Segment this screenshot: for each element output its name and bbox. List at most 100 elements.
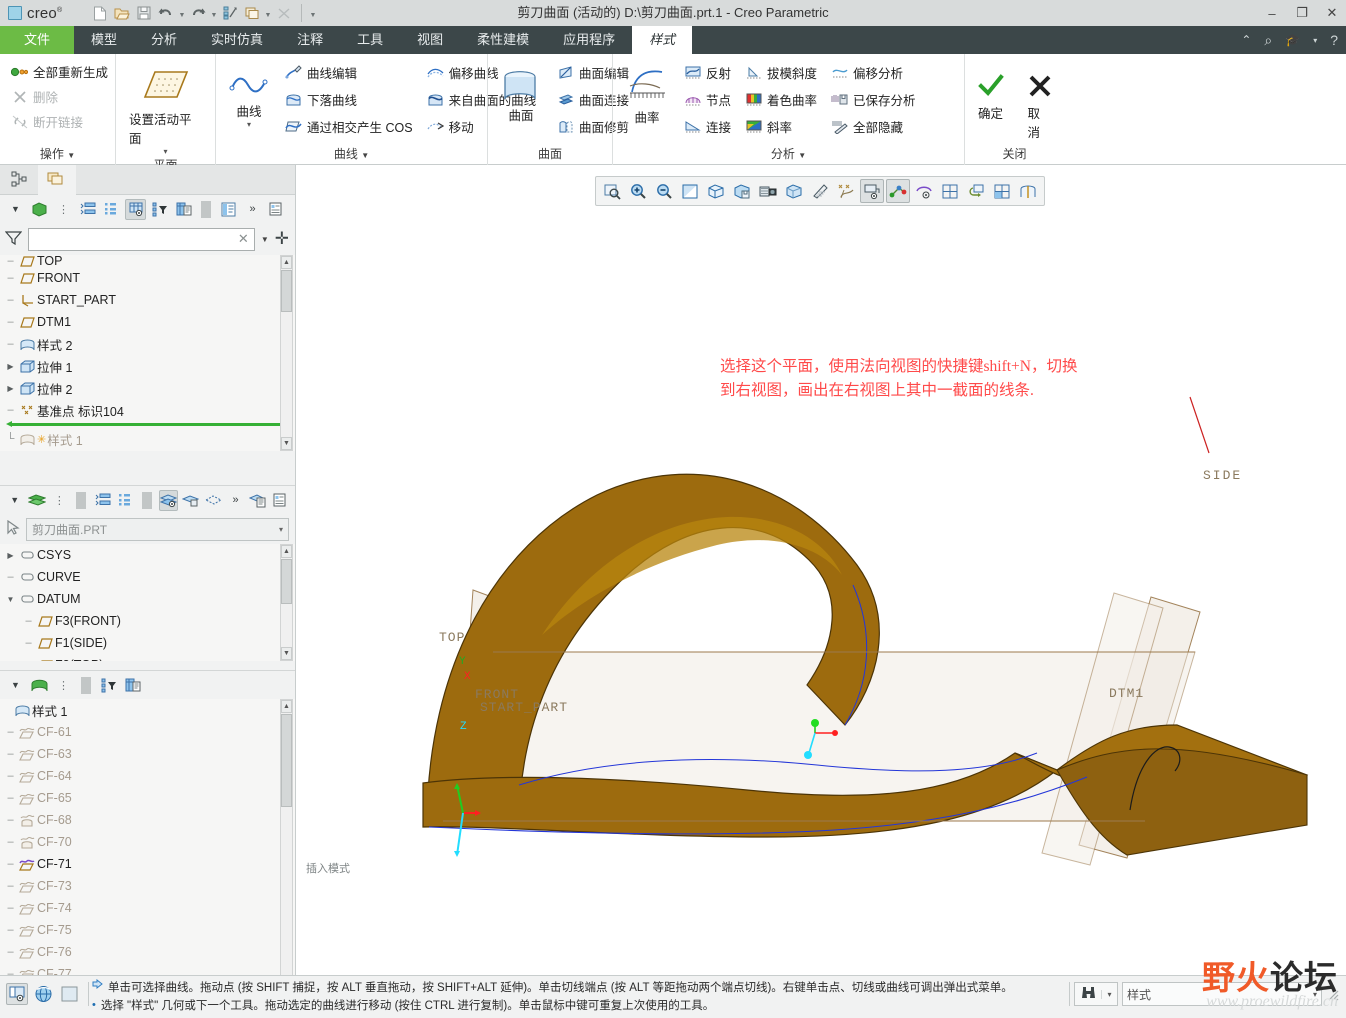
tab-annotation[interactable]: 注释 xyxy=(280,26,340,54)
view-manager-icon[interactable] xyxy=(756,179,780,203)
scroll-down-icon[interactable]: ▼ xyxy=(281,437,292,450)
tree-row-style-2[interactable]: – 样式 2 xyxy=(0,333,295,355)
style-tree-list[interactable]: 样式 1 – CF-61 – CF-63 – CF-64 – CF-65 – CF-68 … xyxy=(0,699,295,999)
section-icon[interactable] xyxy=(990,179,1014,203)
model-tree-filter-row[interactable]: ✕ ▼ ✛ xyxy=(0,223,295,255)
tree-row-cf-73[interactable]: – CF-73 xyxy=(0,875,295,897)
tree-row-start-part[interactable]: – START_PART xyxy=(0,289,295,311)
hide-all-button[interactable]: 全部隐藏 xyxy=(827,114,920,139)
tree-row-cf-74[interactable]: – CF-74 xyxy=(0,897,295,919)
tab-file[interactable]: 文件 xyxy=(0,26,75,54)
perspective-icon[interactable] xyxy=(808,179,832,203)
cad-model-render[interactable] xyxy=(297,165,1346,975)
regenerate-icon[interactable] xyxy=(220,3,240,23)
scroll-up-icon[interactable]: ▲ xyxy=(281,256,292,269)
saved-analysis-button[interactable]: 已保存分析 xyxy=(827,87,920,112)
layer-hide-icon[interactable] xyxy=(181,490,200,511)
selection-filter-dropdown[interactable]: 样式 ▾ xyxy=(1122,982,1322,1006)
surface-display-icon[interactable] xyxy=(1016,179,1040,203)
more-dots-icon[interactable]: ⋮ xyxy=(50,490,69,511)
expand-list-icon[interactable] xyxy=(77,199,98,220)
graphics-toolbar[interactable] xyxy=(595,176,1045,206)
chevron-down-icon[interactable]: ▾ xyxy=(279,525,283,534)
tree-row-cf-68[interactable]: – CF-68 xyxy=(0,809,295,831)
tree-row-csys[interactable]: ▶ CSYS xyxy=(0,544,295,566)
tree-options-icon[interactable] xyxy=(266,199,287,220)
status-bar-left-tools[interactable] xyxy=(6,982,89,1006)
graphics-viewport[interactable]: TOP FRONT START_PART SIDE DTM1 X Y Z 选择这… xyxy=(297,165,1346,975)
layer-tree-list[interactable]: ▶ CSYS – CURVE ▼ DATUM – F3(FRONT) – F1(… xyxy=(0,544,295,661)
tab-applications[interactable]: 应用程序 xyxy=(546,26,632,54)
cos-intersect-button[interactable]: 通过相交产生 COS xyxy=(281,114,417,139)
scroll-up-icon[interactable]: ▲ xyxy=(281,700,292,713)
tree-row-cf-63[interactable]: – CF-63 xyxy=(0,743,295,765)
model-tree-scrollbar[interactable]: ▲ ▼ xyxy=(280,255,293,451)
node-button[interactable]: 节点 xyxy=(680,87,735,112)
tree-row-f3-front[interactable]: – F3(FRONT) xyxy=(0,610,295,632)
tree-row-curve[interactable]: – CURVE xyxy=(0,566,295,588)
ribbon-tabs[interactable]: 文件 模型 分析 实时仿真 注释 工具 视图 柔性建模 应用程序 样式 xyxy=(0,26,1346,54)
tree-row-top[interactable]: – TOP xyxy=(0,255,295,267)
set-active-plane-button[interactable]: 设置活动平面 ▾ xyxy=(123,60,208,156)
slope-button[interactable]: 斜率 xyxy=(741,114,821,139)
chevron-down-icon[interactable]: ▾ xyxy=(1313,36,1317,45)
scroll-thumb[interactable] xyxy=(281,714,292,807)
layers-tab[interactable] xyxy=(38,164,76,195)
tree-expander[interactable]: ▶ xyxy=(4,551,17,560)
reflection-button[interactable]: 反射 xyxy=(680,60,735,85)
tab-style[interactable]: 样式 xyxy=(632,26,693,54)
expand-layers-icon[interactable] xyxy=(93,490,112,511)
tree-row-cf-70[interactable]: – CF-70 xyxy=(0,831,295,853)
spin-center-icon[interactable] xyxy=(912,179,936,203)
scroll-thumb[interactable] xyxy=(281,559,292,604)
redo-dropdown-icon[interactable]: ▼ xyxy=(210,3,218,23)
layer-columns-icon[interactable] xyxy=(115,490,134,511)
tree-row-f2-top[interactable]: – F2(TOP) xyxy=(0,654,295,661)
layer-tree-scrollbar[interactable]: ▲ ▼ xyxy=(280,544,293,661)
new-file-icon[interactable] xyxy=(90,3,110,23)
window-dropdown-icon[interactable]: ▼ xyxy=(264,3,272,23)
chevron-down-icon[interactable]: ▼ xyxy=(67,151,75,160)
saved-views-icon[interactable] xyxy=(730,179,754,203)
tree-expander[interactable]: ▼ xyxy=(4,595,17,604)
style-tree-toolbar[interactable]: ▼ ⋮ xyxy=(0,671,295,699)
layer-display-icon[interactable] xyxy=(158,489,179,511)
display-style-icon[interactable] xyxy=(782,179,806,203)
resize-grip[interactable] xyxy=(1326,987,1340,1001)
style-filter-icon[interactable] xyxy=(98,675,119,696)
reorient-icon[interactable] xyxy=(704,179,728,203)
style-surface-icon[interactable] xyxy=(29,675,50,696)
collapse-ribbon-icon[interactable]: ⌃ xyxy=(1241,33,1251,47)
tree-row-style-1[interactable]: └ ✳ 样式 1 xyxy=(0,428,295,450)
tree-filter-icon[interactable] xyxy=(149,199,170,220)
tree-row-style-root[interactable]: 样式 1 xyxy=(0,699,295,721)
zoom-window-icon[interactable] xyxy=(600,179,624,203)
minimize-button[interactable]: – xyxy=(1264,6,1280,21)
chevron-down-icon[interactable]: ▾ xyxy=(247,121,251,129)
tree-row-cf-61[interactable]: – CF-61 xyxy=(0,721,295,743)
search-icon[interactable]: ⌕ xyxy=(1264,32,1272,49)
drop-curve-button[interactable]: 下落曲线 xyxy=(281,87,417,112)
offset-analysis-button[interactable]: 偏移分析 xyxy=(827,60,920,85)
shaded-curvature-button[interactable]: 着色曲率 xyxy=(741,87,821,112)
layers-icon[interactable] xyxy=(27,490,47,511)
layer-settings-icon[interactable] xyxy=(248,490,267,511)
tree-row-cf-64[interactable]: – CF-64 xyxy=(0,765,295,787)
layer-display-icon[interactable] xyxy=(964,179,988,203)
tree-columns-config-icon[interactable] xyxy=(173,199,194,220)
redo-icon[interactable] xyxy=(188,3,208,23)
cancel-button[interactable]: 取消 xyxy=(1022,68,1058,141)
collapse-icon[interactable]: ▼ xyxy=(5,675,26,696)
zoom-out-icon[interactable] xyxy=(652,179,676,203)
layer-model-selector-row[interactable]: 剪刀曲面.PRT ▾ xyxy=(0,514,295,544)
tab-analysis[interactable]: 分析 xyxy=(134,26,194,54)
model-tree-tab[interactable] xyxy=(0,165,38,195)
more-dots-icon[interactable]: ⋮ xyxy=(53,199,74,220)
qat-overflow-icon[interactable]: ▼ xyxy=(309,3,317,23)
quick-access-toolbar[interactable]: ▼ ▼ ▼ ▼ xyxy=(90,0,317,26)
tree-row-cf-75[interactable]: – CF-75 xyxy=(0,919,295,941)
tree-row-datum-point[interactable]: – 基准点 标识104 xyxy=(0,399,295,421)
tree-columns-icon[interactable] xyxy=(101,199,122,220)
tree-row-datum[interactable]: ▼ DATUM xyxy=(0,588,295,610)
ribbon-tab-bar[interactable]: 文件 模型 分析 实时仿真 注释 工具 视图 柔性建模 应用程序 样式 ⌃ ⌕ … xyxy=(0,26,1346,54)
